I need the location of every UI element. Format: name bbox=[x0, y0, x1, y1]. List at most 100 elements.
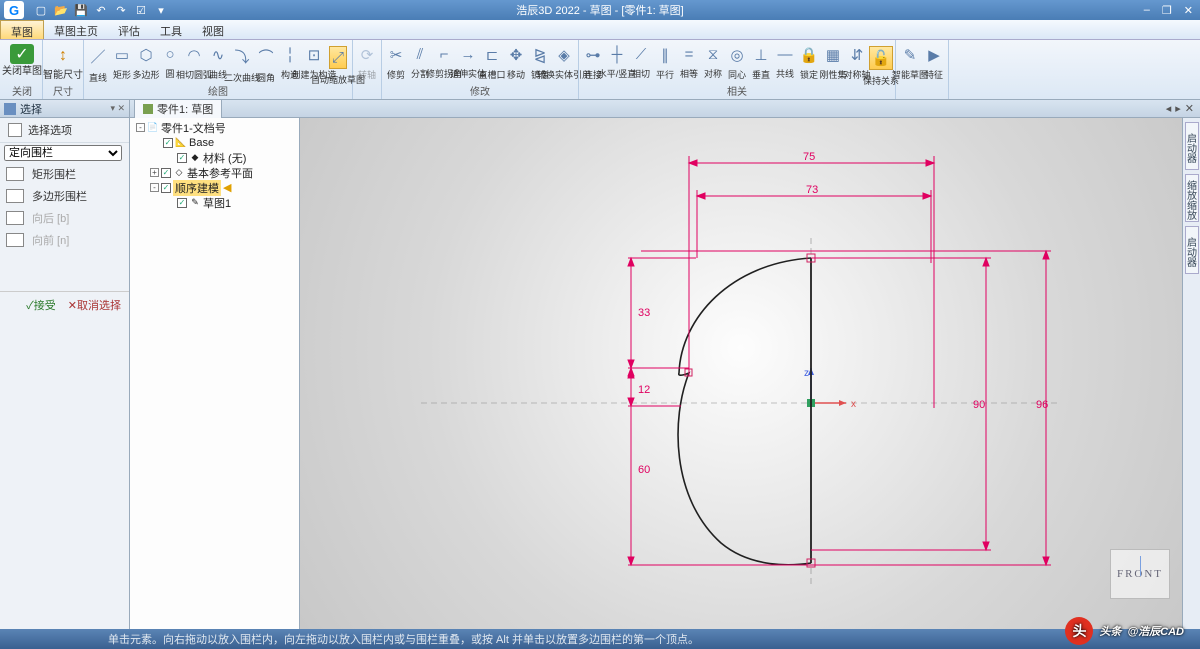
ribbon-智能草图[interactable]: ✎智能草图 bbox=[898, 42, 922, 82]
ribbon-多边形[interactable]: ⬡多边形 bbox=[134, 42, 158, 82]
tab-next-icon[interactable]: ▸ bbox=[1175, 102, 1181, 115]
ribbon-转轴[interactable]: ⟳转轴 bbox=[355, 42, 379, 82]
doc-tab-icon bbox=[143, 104, 153, 114]
tree-node-材料 (无)[interactable]: ✓◆材料 (无) bbox=[132, 150, 297, 165]
max-button[interactable]: ❐ bbox=[1159, 4, 1175, 17]
ribbon-共线[interactable]: —共线 bbox=[773, 42, 797, 82]
ribbon-直槽口[interactable]: ⊏直槽口 bbox=[480, 42, 504, 82]
app-logo[interactable]: G bbox=[4, 1, 24, 19]
panel-pin-icon[interactable]: ▾ ✕ bbox=[110, 103, 125, 114]
ribbon-group-dim: ↕智能尺寸尺寸 bbox=[43, 40, 84, 99]
tree-node-顺序建模[interactable]: -✓顺序建模 ◀ bbox=[132, 180, 297, 195]
ribbon-相切圆弧[interactable]: ◠相切圆弧 bbox=[182, 42, 206, 82]
cancel-button[interactable]: ✕取消选择 bbox=[64, 296, 125, 314]
qat-open[interactable]: 📂 bbox=[52, 2, 70, 18]
fence-mode-row: 定向围栏 bbox=[0, 143, 129, 163]
accept-button[interactable]: ✓接受 bbox=[22, 296, 60, 314]
tree-node-草图1[interactable]: ✓✎草图1 bbox=[132, 195, 297, 210]
ribbon-刚性集[interactable]: ▦刚性集 bbox=[821, 42, 845, 82]
ribbon-垂直[interactable]: ⊥垂直 bbox=[749, 42, 773, 82]
status-bar: 单击元素。向右拖动以放入围栏内，向左拖动以放入围栏内或与围栏重叠，或按 Alt … bbox=[0, 629, 1200, 649]
sketch-canvas[interactable]: x z bbox=[300, 118, 1182, 629]
min-button[interactable]: – bbox=[1141, 4, 1153, 17]
watermark-icon: 头 bbox=[1065, 617, 1093, 645]
selection-panel-header: 选择 ▾ ✕ bbox=[0, 100, 129, 118]
ribbon-水平/竖直[interactable]: ┼水平/竖直 bbox=[605, 42, 629, 82]
tab-prev-icon[interactable]: ◂ bbox=[1166, 102, 1172, 115]
qat-save[interactable]: 💾 bbox=[72, 2, 90, 18]
document-tab[interactable]: 零件1: 草图 bbox=[134, 99, 222, 119]
qat-more[interactable]: ▾ bbox=[152, 2, 170, 18]
dim-12[interactable]: 12 bbox=[638, 384, 650, 396]
options-footer: ✓接受 ✕取消选择 bbox=[0, 291, 129, 318]
ribbon-圆角[interactable]: ⌒圆角 bbox=[254, 42, 278, 82]
menu-视图[interactable]: 视图 bbox=[192, 20, 234, 39]
qat-redo[interactable]: ↷ bbox=[112, 2, 130, 18]
dim-90[interactable]: 90 bbox=[973, 399, 985, 411]
tree-node-基本参考平面[interactable]: +✓◇基本参考平面 bbox=[132, 165, 297, 180]
ribbon-矩形[interactable]: ▭矩形 bbox=[110, 42, 134, 82]
ribbon: ✓关闭草图关闭↕智能尺寸尺寸／直线▭矩形⬡多边形○圆◠相切圆弧∿曲线⤵二次曲线⌒… bbox=[0, 40, 1200, 100]
tab-nav: ◂ ▸ ✕ bbox=[1166, 102, 1200, 115]
selection-panel: 选择 ▾ ✕ 选择选项 定向围栏 矩形围栏多边形围栏向后 [b]向前 [n] ✓… bbox=[0, 100, 130, 629]
dim-73[interactable]: 73 bbox=[806, 184, 818, 196]
options-header: 选择选项 bbox=[0, 118, 129, 143]
ribbon-group-sm: ✎智能草图▶特征 bbox=[896, 40, 949, 99]
watermark: 头 头条 @浩辰CAD bbox=[1065, 617, 1184, 645]
qat-undo[interactable]: ↶ bbox=[92, 2, 110, 18]
menu-草图主页[interactable]: 草图主页 bbox=[44, 20, 108, 39]
status-text: 单击元素。向右拖动以放入围栏内，向左拖动以放入围栏内或与围栏重叠，或按 Alt … bbox=[108, 631, 699, 647]
rightbar-启动器[interactable]: 启动器 bbox=[1185, 122, 1199, 170]
tab-close-icon[interactable]: ✕ bbox=[1185, 102, 1194, 115]
ribbon-对称[interactable]: ⧖对称 bbox=[701, 42, 725, 82]
ribbon-直线[interactable]: ／直线 bbox=[86, 42, 110, 82]
dim-96[interactable]: 96 bbox=[1036, 399, 1048, 411]
ribbon-关闭草图[interactable]: ✓关闭草图 bbox=[4, 42, 40, 77]
ribbon-移动[interactable]: ✥移动 bbox=[504, 42, 528, 82]
document-tab-strip: 零件1: 草图 ◂ ▸ ✕ bbox=[130, 100, 1200, 118]
ribbon-group-rel: ⊶连接┼水平/竖直⟋相切∥平行=相等⧖对称◎同心⊥垂直—共线🔒锁定▦刚性集⇵对称… bbox=[579, 40, 896, 99]
ribbon-group-close: ✓关闭草图关闭 bbox=[2, 40, 43, 99]
fence-mode-select[interactable]: 定向围栏 bbox=[4, 145, 122, 161]
tree-node-Base[interactable]: ✓📐Base bbox=[132, 135, 297, 150]
ribbon-group-mod: ✂修剪⫽分割⌐修剪拐角→延伸实体⊏直槽口✥移动⧎镜像◈转换实体引用修改 bbox=[382, 40, 579, 99]
qat-print[interactable]: ☑ bbox=[132, 2, 150, 18]
tree-node-零件1-文档号[interactable]: -📄零件1-文档号 bbox=[132, 120, 297, 135]
right-sidebar: 启动器缩放缩放启动器 bbox=[1182, 118, 1200, 629]
fence-option-多边形围栏[interactable]: 多边形围栏 bbox=[0, 185, 129, 207]
ribbon-保持关系[interactable]: 🔓保持关系 bbox=[869, 42, 893, 82]
fence-option-向前 [n]: 向前 [n] bbox=[0, 229, 129, 251]
svg-text:z: z bbox=[804, 368, 809, 379]
selection-panel-title: 选择 bbox=[20, 101, 42, 117]
ribbon-group-tan: ⟳转轴 bbox=[353, 40, 382, 99]
ribbon-锁定[interactable]: 🔒锁定 bbox=[797, 42, 821, 82]
ribbon-平行[interactable]: ∥平行 bbox=[653, 42, 677, 82]
close-button[interactable]: ✕ bbox=[1181, 4, 1196, 17]
ribbon-二次曲线[interactable]: ⤵二次曲线 bbox=[230, 42, 254, 82]
dim-60[interactable]: 60 bbox=[638, 464, 650, 476]
dim-75[interactable]: 75 bbox=[803, 151, 815, 163]
menu-工具[interactable]: 工具 bbox=[150, 20, 192, 39]
ribbon-相等[interactable]: =相等 bbox=[677, 42, 701, 82]
menu-草图[interactable]: 草图 bbox=[0, 20, 44, 39]
qat-new[interactable]: ▢ bbox=[32, 2, 50, 18]
view-cube[interactable]: FRONT bbox=[1110, 549, 1170, 599]
rightbar-启动器[interactable]: 启动器 bbox=[1185, 226, 1199, 274]
dim-33[interactable]: 33 bbox=[638, 307, 650, 319]
feature-tree: ✓ -📄零件1-文档号✓📐Base✓◆材料 (无)+✓◇基本参考平面-✓顺序建模… bbox=[130, 118, 300, 629]
ribbon-智能尺寸[interactable]: ↕智能尺寸 bbox=[45, 42, 81, 81]
main-area: 零件1: 草图 ◂ ▸ ✕ ✓ -📄零件1-文档号✓📐Base✓◆材料 (无)+… bbox=[130, 100, 1200, 629]
ribbon-特征[interactable]: ▶特征 bbox=[922, 42, 946, 82]
ribbon-相切[interactable]: ⟋相切 bbox=[629, 42, 653, 82]
doc-tab-label: 零件1: 草图 bbox=[157, 101, 213, 117]
selection-icon bbox=[4, 103, 16, 115]
ribbon-修剪[interactable]: ✂修剪 bbox=[384, 42, 408, 82]
ribbon-延伸实体[interactable]: →延伸实体 bbox=[456, 42, 480, 82]
menu-评估[interactable]: 评估 bbox=[108, 20, 150, 39]
fence-option-矩形围栏[interactable]: 矩形围栏 bbox=[0, 163, 129, 185]
ribbon-同心[interactable]: ◎同心 bbox=[725, 42, 749, 82]
rightbar-缩放缩放[interactable]: 缩放缩放 bbox=[1185, 174, 1199, 222]
ribbon-自动缩放草图[interactable]: ⤢自动缩放草图 bbox=[326, 42, 350, 82]
ribbon-转换实体引用[interactable]: ◈转换实体引用 bbox=[552, 42, 576, 82]
title-bar: G ▢ 📂 💾 ↶ ↷ ☑ ▾ 浩辰3D 2022 - 草图 - [零件1: 草… bbox=[0, 0, 1200, 20]
